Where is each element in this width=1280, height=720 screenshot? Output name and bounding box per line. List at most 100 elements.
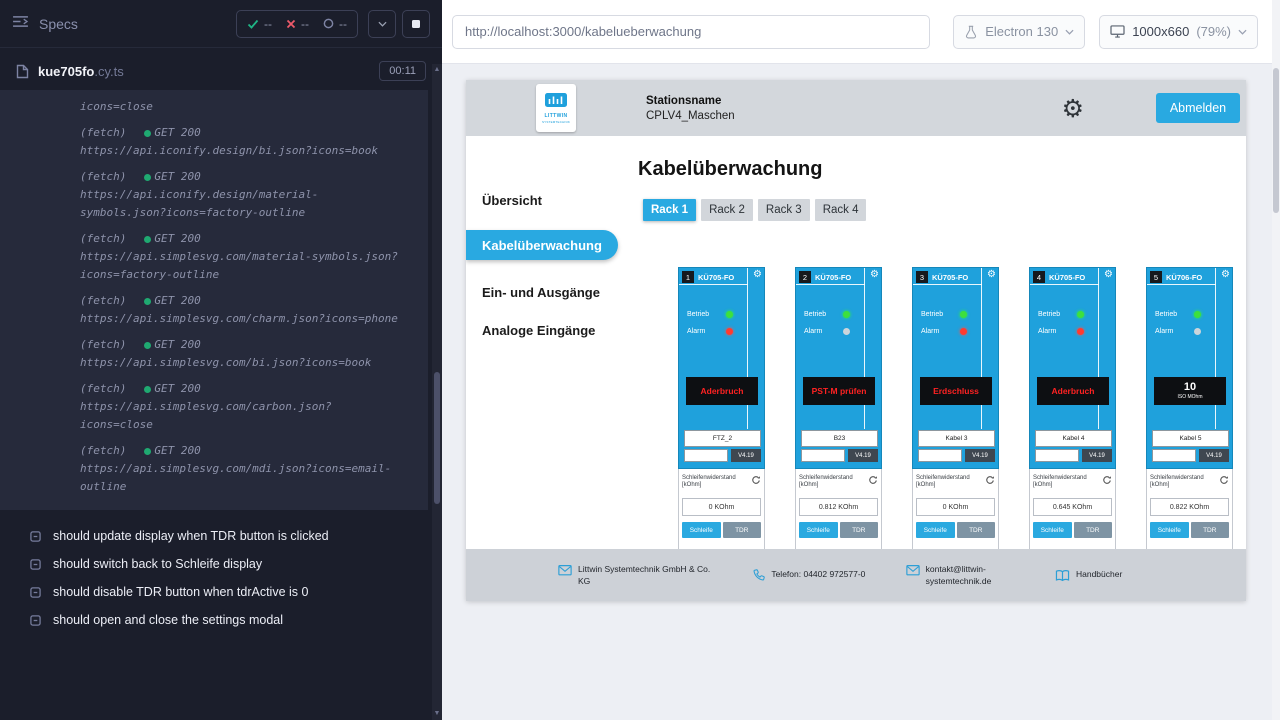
test-item[interactable]: should disable TDR button when tdrActive… [0, 578, 442, 606]
test-item[interactable]: should switch back to Schleife display [0, 550, 442, 578]
viewport-scale-icon [1110, 25, 1125, 38]
spec-header[interactable]: kue705fo.cy.ts 00:11 [0, 48, 442, 90]
blank-field [1152, 449, 1196, 462]
measurement-label: Schleifenwiderstand [kOhm] [682, 475, 751, 489]
scrollbar-thumb[interactable] [1273, 68, 1279, 213]
divider [1030, 284, 1099, 285]
rack-tabs: Rack 1 Rack 2 Rack 3 Rack 4 [643, 199, 1246, 221]
tdr-button[interactable]: TDR [840, 522, 879, 538]
collapse-all-button[interactable] [368, 10, 396, 38]
test-item[interactable]: should open and close the settings modal [0, 606, 442, 634]
schleife-button[interactable]: Schleife [1150, 522, 1189, 538]
device-gear-icon[interactable]: ⚙ [753, 270, 762, 280]
test-title: should open and close the settings modal [53, 613, 283, 627]
network-log-entry[interactable]: (fetch)GET 200 https://api.simplesvg.com… [80, 442, 402, 496]
betrieb-label: Betrieb [1155, 311, 1177, 318]
measurement-panel: Schleifenwiderstand [kOhm] 0 KOhm Schlei… [912, 469, 999, 549]
success-dot-icon [144, 130, 151, 137]
blank-field [801, 449, 845, 462]
refresh-icon[interactable] [868, 475, 878, 485]
sidebar-item-kabelueberwachung[interactable]: Kabelüberwachung [466, 230, 618, 260]
tdr-button[interactable]: TDR [1191, 522, 1230, 538]
page-scrollbar[interactable] [1272, 0, 1280, 720]
test-stats: -- -- -- [236, 10, 358, 38]
viewport-select[interactable]: 1000x660 (79%) [1099, 15, 1258, 49]
success-dot-icon [144, 174, 151, 181]
device-gear-icon[interactable]: ⚙ [1221, 270, 1230, 280]
tab-rack-4[interactable]: Rack 4 [815, 199, 867, 221]
network-log-entry[interactable]: (fetch)GET 200 https://api.simplesvg.com… [80, 230, 402, 284]
sidebar-item-uebersicht[interactable]: Übersicht [466, 192, 638, 208]
measurement-panel: Schleifenwiderstand [kOhm] 0.822 KOhm Sc… [1146, 469, 1233, 549]
blank-field [684, 449, 728, 462]
footer-manuals-link[interactable]: Handbücher [1055, 568, 1146, 582]
tdr-button[interactable]: TDR [723, 522, 762, 538]
footer-company[interactable]: Littwin Systemtechnik GmbH & Co. KG [558, 563, 713, 587]
success-dot-icon [144, 342, 151, 349]
refresh-icon[interactable] [985, 475, 995, 485]
reporter-scrollbar[interactable]: ▲ ▼ [432, 64, 442, 720]
status-display: Aderbruch [1037, 377, 1109, 405]
station-name: CPLV4_Maschen [646, 110, 735, 122]
network-log-entry[interactable]: (fetch)GET 200 https://api.iconify.desig… [80, 168, 402, 222]
success-dot-icon [144, 298, 151, 305]
email-icon [906, 564, 920, 576]
stop-run-button[interactable] [402, 10, 430, 38]
firmware-version: V4.19 [1082, 449, 1112, 462]
device-gear-icon[interactable]: ⚙ [1104, 270, 1113, 280]
test-item[interactable]: should update display when TDR button is… [0, 522, 442, 550]
scroll-up-icon[interactable]: ▲ [432, 64, 442, 76]
schleife-button[interactable]: Schleife [1033, 522, 1072, 538]
footer-email[interactable]: kontakt@littwin-systemtechnik.de [906, 563, 1016, 587]
network-log-entry[interactable]: (fetch)GET 200 https://api.simplesvg.com… [80, 292, 402, 328]
tab-rack-2[interactable]: Rack 2 [701, 199, 753, 221]
device-card: 5 KÜ706-FO ⚙ Betrieb Alarm 10 [1146, 267, 1233, 549]
schleife-button[interactable]: Schleife [682, 522, 721, 538]
refresh-icon[interactable] [1102, 475, 1112, 485]
betrieb-label: Betrieb [687, 311, 709, 318]
logout-button[interactable]: Abmelden [1156, 93, 1240, 123]
viewport-zoom-label: (79%) [1196, 24, 1231, 39]
sidebar-item-ein-und-ausgaenge[interactable]: Ein- und Ausgänge [466, 284, 638, 300]
resistance-value: 0.645 KOhm [1033, 498, 1112, 516]
footer-phone[interactable]: Telefon: 04402 972577-0 [752, 568, 866, 582]
x-icon [286, 19, 296, 29]
tdr-button[interactable]: TDR [1074, 522, 1113, 538]
tab-rack-3[interactable]: Rack 3 [758, 199, 810, 221]
schleife-button[interactable]: Schleife [799, 522, 838, 538]
url-input[interactable] [452, 15, 930, 49]
success-dot-icon [144, 236, 151, 243]
cable-name-field: FTZ_2 [684, 430, 761, 447]
schleife-button[interactable]: Schleife [916, 522, 955, 538]
scroll-down-icon[interactable]: ▼ [432, 708, 442, 720]
measurement-label: Schleifenwiderstand [kOhm] [916, 475, 985, 489]
scrollbar-thumb[interactable] [434, 372, 440, 503]
settings-gear-icon[interactable]: ⚙ [1062, 96, 1084, 121]
device-model: KÜ705-FO [1049, 273, 1085, 282]
specs-sidebar-toggle-icon[interactable] [12, 15, 29, 33]
check-icon [247, 18, 259, 30]
alarm-label: Alarm [1038, 328, 1056, 335]
page-title: Kabelüberwachung [638, 158, 1246, 181]
device-card: 3 KÜ705-FO ⚙ Betrieb Alarm Erdschluss [912, 267, 999, 549]
betrieb-label: Betrieb [921, 311, 943, 318]
divider [913, 284, 982, 285]
device-gear-icon[interactable]: ⚙ [870, 270, 879, 280]
network-log-entry[interactable]: (fetch)GET 200 https://api.iconify.desig… [80, 124, 402, 160]
cable-name-field: Kabel 4 [1035, 430, 1112, 447]
alarm-led [1077, 328, 1084, 335]
sidebar-item-analoge-eingaenge[interactable]: Analoge Eingänge [466, 322, 638, 338]
browser-select[interactable]: Electron 130 [953, 15, 1085, 49]
network-log-entry[interactable]: (fetch)GET 200 https://api.simplesvg.com… [80, 380, 402, 434]
tab-rack-1[interactable]: Rack 1 [643, 199, 696, 221]
refresh-icon[interactable] [751, 475, 761, 485]
stat-pending: -- [323, 17, 347, 31]
device-number-badge: 1 [682, 271, 694, 283]
network-log-entry[interactable]: (fetch)GET 200 https://api.simplesvg.com… [80, 336, 402, 372]
resistance-value: 0 KOhm [916, 498, 995, 516]
device-gear-icon[interactable]: ⚙ [987, 270, 996, 280]
tdr-button[interactable]: TDR [957, 522, 996, 538]
device-number-badge: 5 [1150, 271, 1162, 283]
refresh-icon[interactable] [1219, 475, 1229, 485]
station-label: Stationsname [646, 95, 735, 107]
